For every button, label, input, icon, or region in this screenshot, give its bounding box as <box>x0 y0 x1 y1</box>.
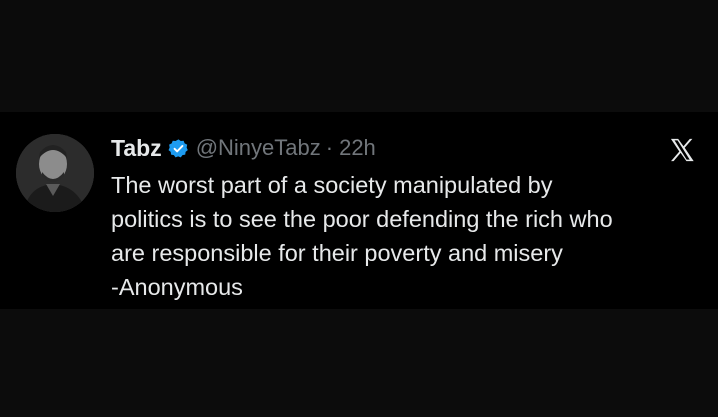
tweet-card[interactable]: Tabz @NinyeTabz · 22h The worst part of … <box>0 112 718 309</box>
tweet-text-line: The worst part of a society manipulated … <box>111 172 553 198</box>
tweet-header: Tabz @NinyeTabz · 22h <box>111 132 376 164</box>
x-logo-icon[interactable] <box>668 136 696 164</box>
verified-badge-icon <box>168 138 189 159</box>
display-name[interactable]: Tabz <box>111 135 162 162</box>
top-background <box>0 0 718 100</box>
user-handle[interactable]: @NinyeTabz <box>196 135 321 161</box>
tweet-text: The worst part of a society manipulated … <box>111 168 701 304</box>
timestamp[interactable]: 22h <box>339 135 376 161</box>
avatar-image <box>16 134 94 212</box>
separator-dot: · <box>325 135 334 160</box>
avatar[interactable] <box>16 134 94 212</box>
tweet-text-line: are responsible for their poverty and mi… <box>111 240 563 266</box>
tweet-text-line: politics is to see the poor defending th… <box>111 206 613 232</box>
tweet-text-line: -Anonymous <box>111 274 243 300</box>
